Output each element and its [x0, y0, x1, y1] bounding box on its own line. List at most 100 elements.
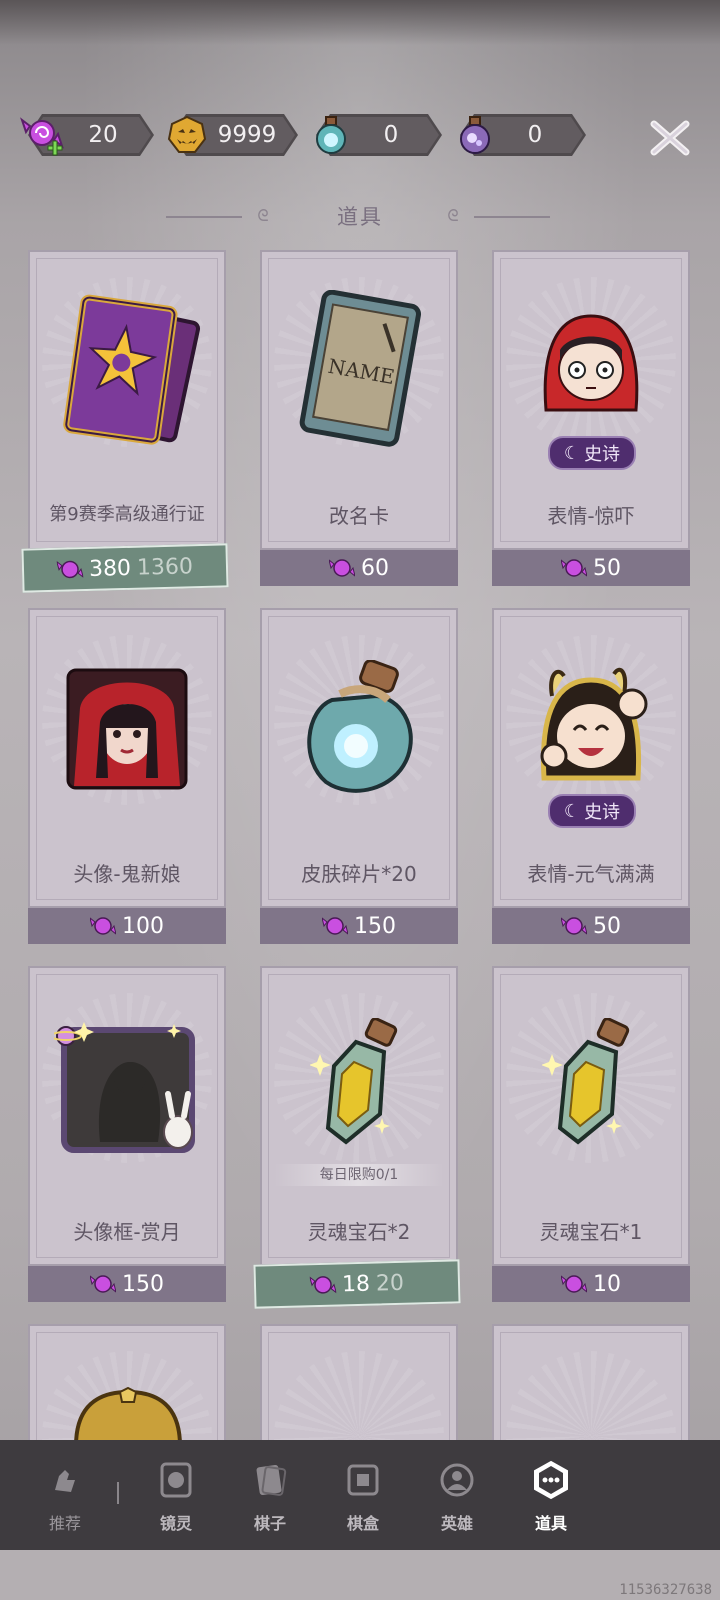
price-value: 50 [593, 555, 621, 581]
system-bar [0, 1550, 720, 1600]
moon-icon: ☾ [563, 442, 581, 464]
price-tag[interactable]: 150 [260, 908, 458, 944]
purple-bottle-count: 0 [527, 122, 543, 148]
golden-chest-icon [74, 1386, 182, 1440]
candy-icon [56, 560, 84, 579]
close-icon [650, 120, 690, 156]
bottom-nav: 推荐 镜灵 棋子 棋盒 英雄 道具 [0, 1440, 720, 1550]
cheerful-emote-icon [540, 667, 648, 781]
price-tag[interactable]: 380 1360 [21, 543, 229, 593]
item-card[interactable]: 头像-鬼新娘 100 [28, 608, 226, 944]
items-icon [534, 1460, 568, 1500]
item-name: 灵魂宝石*1 [539, 1220, 643, 1244]
currency-blue-bottle: 0 [308, 114, 442, 156]
pumpkin-coin-icon [164, 112, 210, 158]
candy-icon [561, 917, 587, 935]
rarity-badge: ☾ 史诗 [548, 794, 636, 828]
item-card[interactable]: ☾ 史诗 表情-元气满满 50 [492, 608, 690, 944]
rename-card-icon: NAME [299, 290, 421, 447]
candy-icon [561, 1275, 587, 1293]
item-name: 表情-惊吓 [547, 504, 635, 528]
moon-frame-icon [54, 1022, 195, 1153]
currency-candy[interactable]: 20 [20, 114, 154, 156]
price-value: 50 [593, 913, 621, 939]
price-tag[interactable]: 10 [492, 1266, 690, 1302]
item-name: 表情-元气满满 [527, 862, 655, 886]
shop-screen: 20 9999 0 0 ᘓ 道具 ᘓ 第9赛季高级通行证 380 1360 NA… [0, 0, 720, 1600]
price-tag[interactable]: 50 [492, 550, 690, 586]
original-price: 20 [375, 1270, 405, 1296]
candy-icon [90, 917, 116, 935]
moon-icon: ☾ [563, 800, 581, 822]
price-value: 100 [122, 913, 164, 939]
item-card[interactable]: 每日限购0/1 灵魂宝石*2 18 20 [253, 966, 461, 1309]
item-name: 第9赛季高级通行证 [49, 504, 205, 525]
item-grid: 第9赛季高级通行证 380 1360 NAME 改名卡 60 ☾ 史诗 表情-惊… [0, 250, 720, 1440]
item-card[interactable] [28, 1324, 226, 1440]
candy-plus-icon[interactable] [20, 112, 66, 158]
rarity-badge: ☾ 史诗 [548, 436, 636, 470]
item-card[interactable]: NAME 改名卡 60 [260, 250, 458, 586]
item-card[interactable]: ☾ 史诗 表情-惊吓 50 [492, 250, 690, 586]
currency-coin: 9999 [164, 114, 298, 156]
item-card[interactable] [260, 1324, 458, 1440]
nav-separator [117, 1482, 119, 1504]
price-value: 60 [361, 555, 389, 581]
item-name: 头像框-赏月 [73, 1220, 181, 1244]
top-shadow [0, 0, 720, 45]
mirror-spirit-icon [160, 1462, 192, 1498]
candy-icon [309, 1275, 337, 1294]
coin-count: 9999 [217, 122, 277, 148]
candy-count: 20 [88, 122, 118, 148]
item-card[interactable]: 第9赛季高级通行证 380 1360 [21, 250, 229, 593]
chess-box-icon [347, 1464, 379, 1496]
tab-chess-piece[interactable]: 棋子 [225, 1452, 315, 1542]
chess-piece-icon [256, 1464, 287, 1496]
price-value: 150 [354, 913, 396, 939]
price-tag[interactable]: 18 20 [253, 1259, 461, 1309]
price-value: 150 [122, 1271, 164, 1297]
price-value: 10 [593, 1271, 621, 1297]
currency-purple-bottle: 0 [452, 114, 586, 156]
soul-gem-icon [542, 1018, 630, 1145]
sale-price: 380 [88, 555, 132, 582]
watermark: 11536327638 [619, 1582, 712, 1598]
skin-shard-bottle-icon [307, 660, 413, 793]
tab-recommend[interactable]: 推荐 [20, 1452, 110, 1542]
section-title: 道具 [337, 205, 383, 229]
item-name: 改名卡 [329, 504, 389, 528]
tab-mirror-spirit[interactable]: 镜灵 [131, 1452, 221, 1542]
original-price: 1360 [136, 553, 194, 581]
ghost-bride-avatar-icon [66, 668, 188, 790]
item-name: 头像-鬼新娘 [73, 862, 181, 886]
section-header: ᘓ 道具 ᘓ [0, 198, 720, 234]
price-tag[interactable]: 150 [28, 1266, 226, 1302]
item-name: 皮肤碎片*20 [301, 862, 417, 886]
pass-ticket-icon [63, 294, 201, 445]
tab-chess-box[interactable]: 棋盒 [318, 1452, 408, 1542]
red-hood-emote-icon [543, 314, 639, 412]
recommend-icon [55, 1470, 75, 1492]
tab-items[interactable]: 道具 [506, 1452, 596, 1542]
soul-gem-icon [310, 1018, 398, 1145]
close-button[interactable] [648, 116, 692, 160]
item-name: 灵魂宝石*2 [307, 1220, 411, 1244]
price-tag[interactable]: 100 [28, 908, 226, 944]
purple-bottle-icon [452, 112, 498, 158]
candy-icon [90, 1275, 116, 1293]
tab-hero[interactable]: 英雄 [412, 1452, 502, 1542]
item-card[interactable]: 灵魂宝石*1 10 [492, 966, 690, 1302]
sale-price: 18 [341, 1271, 371, 1297]
price-tag[interactable]: 60 [260, 550, 458, 586]
blue-bottle-icon [308, 112, 354, 158]
hero-icon [440, 1463, 474, 1497]
candy-icon [329, 559, 355, 577]
item-card[interactable]: 皮肤碎片*20 150 [260, 608, 458, 944]
blue-bottle-count: 0 [383, 122, 399, 148]
daily-limit-label: 每日限购0/1 [274, 1164, 444, 1186]
item-card[interactable] [492, 1324, 690, 1440]
swirl-ornament-icon: ᘓ [447, 206, 459, 225]
item-card[interactable]: 头像框-赏月 150 [28, 966, 226, 1302]
price-tag[interactable]: 50 [492, 908, 690, 944]
candy-icon [322, 917, 348, 935]
